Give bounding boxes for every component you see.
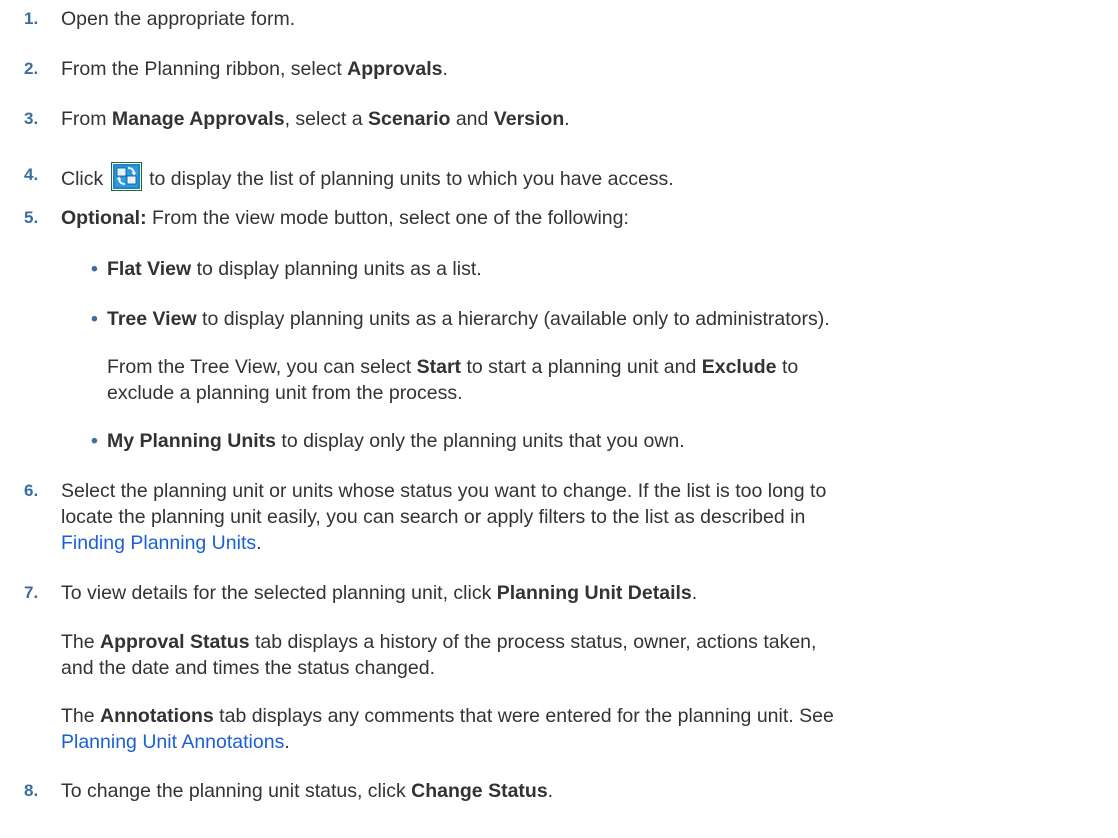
ui-term-scenario: Scenario xyxy=(368,108,451,130)
bullet-text: Flat View to display planning units as a… xyxy=(107,258,482,280)
approval-status-note: The Approval Status tab displays a histo… xyxy=(61,631,817,679)
ui-term-my-planning-units: My Planning Units xyxy=(107,430,277,452)
step-text: From the Planning ribbon, select Approva… xyxy=(61,58,448,80)
step-number: 4. xyxy=(24,165,39,184)
bullet-text: My Planning Units to display only the pl… xyxy=(107,430,685,452)
ui-term-approvals: Approvals xyxy=(347,58,443,80)
step-number: 2. xyxy=(24,59,39,78)
ui-term-approval-status: Approval Status xyxy=(100,631,250,653)
step-number: 8. xyxy=(24,781,39,800)
bullet-dot: • xyxy=(91,430,98,452)
step-text: To view details for the selected plannin… xyxy=(61,582,698,604)
bullet-dot: • xyxy=(91,258,98,280)
annotations-note: The Annotations tab displays any comment… xyxy=(61,705,834,753)
ui-term-tree-view: Tree View xyxy=(107,308,197,330)
tree-view-note: From the Tree View, you can select Start… xyxy=(107,356,799,404)
step-text: To change the planning unit status, clic… xyxy=(61,780,554,802)
ui-term-exclude: Exclude xyxy=(701,356,777,378)
step-text: Optional: From the view mode button, sel… xyxy=(61,207,629,229)
step-text: Click to display the list of planning un… xyxy=(61,162,1112,192)
ui-term-change-status: Change Status xyxy=(411,780,548,802)
ui-term-flat-view: Flat View xyxy=(107,258,192,280)
ui-term-planning-unit-details: Planning Unit Details xyxy=(496,582,692,604)
bullet-dot: • xyxy=(91,308,98,330)
ui-term-start: Start xyxy=(416,356,462,378)
refresh-icon xyxy=(110,162,142,191)
step-number: 1. xyxy=(24,9,39,28)
step-number: 7. xyxy=(24,583,39,602)
step-text: From Manage Approvals, select a Scenario… xyxy=(61,108,570,130)
step-number: 6. xyxy=(24,481,39,500)
planning-unit-annotations-link[interactable]: Planning Unit Annotations xyxy=(61,731,284,753)
finding-planning-units-link[interactable]: Finding Planning Units xyxy=(61,532,256,554)
ui-term-manage-approvals: Manage Approvals xyxy=(111,108,285,130)
step-number: 5. xyxy=(24,208,39,227)
step-text: Open the appropriate form. xyxy=(61,8,296,30)
bullet-text: Tree View to display planning units as a… xyxy=(107,308,830,330)
optional-label: Optional: xyxy=(61,207,147,229)
step-number: 3. xyxy=(24,109,39,128)
step-text: Select the planning unit or units whose … xyxy=(61,480,827,554)
ui-term-version: Version xyxy=(493,108,565,130)
ui-term-annotations: Annotations xyxy=(100,705,214,727)
